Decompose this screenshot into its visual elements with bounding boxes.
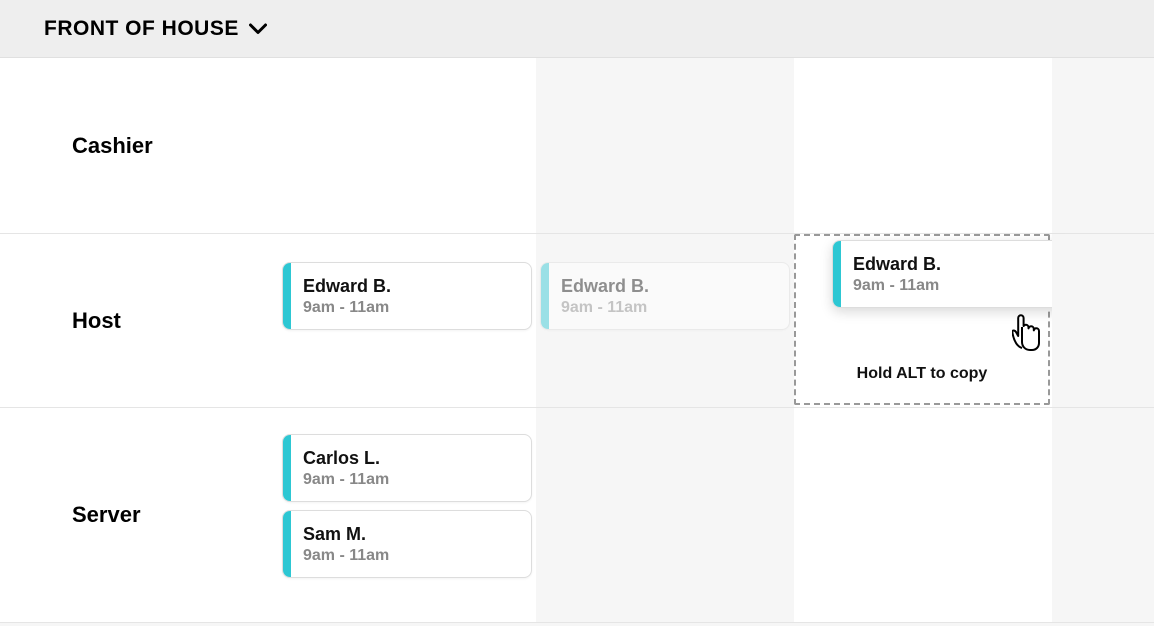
shift-time: 9am - 11am: [303, 547, 389, 565]
shift-card-dragging[interactable]: Edward B. 9am - 11am: [832, 240, 1070, 308]
shift-time: 9am - 11am: [561, 299, 649, 317]
server-day-2[interactable]: [536, 408, 794, 623]
host-day-3[interactable]: Edward B. 9am - 11am Hold ALT to copy: [794, 234, 1052, 408]
shift-time: 9am - 11am: [303, 299, 391, 317]
shift-name: Sam M.: [303, 524, 389, 545]
shift-card[interactable]: Sam M. 9am - 11am: [282, 510, 532, 578]
shift-accent: [283, 511, 291, 577]
shift-name: Edward B.: [853, 254, 941, 275]
shift-name: Edward B.: [303, 276, 391, 297]
shift-card[interactable]: Carlos L. 9am - 11am: [282, 434, 532, 502]
cashier-day-2[interactable]: [536, 58, 794, 234]
role-label-cashier: Cashier: [0, 58, 278, 234]
shift-accent: [283, 263, 291, 329]
section-dropdown[interactable]: FRONT OF HOUSE: [44, 17, 267, 41]
role-label-host: Host: [0, 234, 278, 408]
section-title-text: FRONT OF HOUSE: [44, 17, 239, 41]
shift-accent: [541, 263, 549, 329]
section-header: FRONT OF HOUSE: [0, 0, 1154, 58]
shift-time: 9am - 11am: [303, 471, 389, 489]
cashier-day-3[interactable]: [794, 58, 1052, 234]
role-label-server: Server: [0, 408, 278, 623]
pointer-cursor-icon: [1012, 314, 1042, 354]
drop-hint-text: Hold ALT to copy: [796, 365, 1048, 383]
shift-card[interactable]: Edward B. 9am - 11am: [282, 262, 532, 330]
host-day-2[interactable]: Edward B. 9am - 11am: [536, 234, 794, 408]
shift-name: Carlos L.: [303, 448, 389, 469]
chevron-down-icon: [249, 23, 267, 35]
drop-zone[interactable]: Edward B. 9am - 11am Hold ALT to copy: [794, 234, 1050, 405]
server-day-3[interactable]: [794, 408, 1052, 623]
host-day-1[interactable]: Edward B. 9am - 11am: [278, 234, 536, 408]
shift-accent: [283, 435, 291, 501]
cashier-day-1[interactable]: [278, 58, 536, 234]
shift-card-ghost[interactable]: Edward B. 9am - 11am: [540, 262, 790, 330]
host-day-4[interactable]: [1052, 234, 1154, 408]
server-day-4[interactable]: [1052, 408, 1154, 623]
schedule-grid: Cashier Host Edward B. 9am - 11am: [0, 58, 1154, 623]
server-day-1[interactable]: Carlos L. 9am - 11am Sam M. 9am - 11am: [278, 408, 536, 623]
cashier-day-4[interactable]: [1052, 58, 1154, 234]
shift-name: Edward B.: [561, 276, 649, 297]
shift-accent: [833, 241, 841, 307]
shift-time: 9am - 11am: [853, 277, 941, 295]
